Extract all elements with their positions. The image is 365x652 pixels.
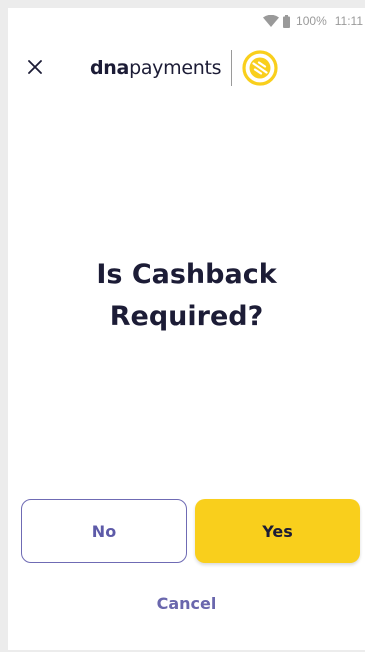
cashback-screen: 100% 11:11 dnapayments Is Cashback Requi… <box>8 8 365 650</box>
close-button[interactable] <box>24 56 46 78</box>
wifi-icon <box>263 15 280 27</box>
battery-percent: 100% <box>296 14 327 28</box>
logo-wordmark: dnapayments <box>90 57 222 79</box>
cashback-question: Is Cashback Required? <box>8 254 365 338</box>
dna-logo-mark-icon <box>242 50 278 86</box>
no-button[interactable]: No <box>21 499 187 563</box>
header: dnapayments <box>8 44 365 90</box>
dna-payments-logo: dnapayments <box>90 48 278 88</box>
question-line-1: Is Cashback <box>96 259 277 290</box>
battery-icon <box>283 14 291 28</box>
close-icon <box>28 60 42 74</box>
logo-divider <box>231 50 233 86</box>
question-line-2: Required? <box>109 301 264 332</box>
cancel-button[interactable]: Cancel <box>8 594 365 613</box>
status-bar: 100% 11:11 <box>263 8 365 34</box>
clock: 11:11 <box>334 14 363 28</box>
yes-button[interactable]: Yes <box>195 499 360 563</box>
